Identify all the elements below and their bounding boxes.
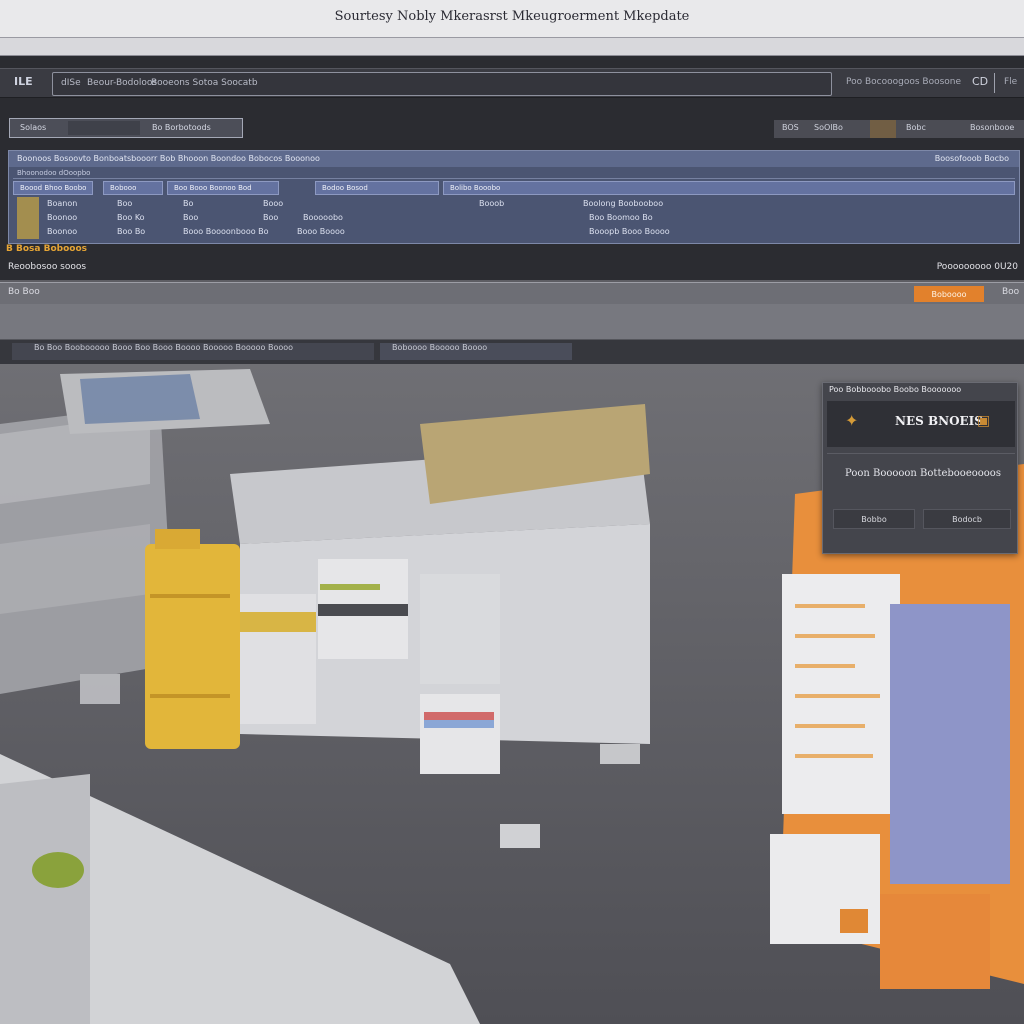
column-header[interactable]: Boood Bhoo Boobo	[13, 181, 93, 195]
dialog-right-button[interactable]: Bodocb	[923, 509, 1011, 529]
yellow-bin	[145, 529, 240, 749]
status-badge: B Bosa Bobooos	[6, 244, 87, 254]
table-row[interactable]: Boonoo Boo Bo Booo Boooonbooo Bo Booo Bo…	[13, 225, 1015, 239]
column-header-label: Boood Bhoo Boobo	[20, 184, 87, 192]
table-cell: Boo Ko	[117, 213, 145, 222]
right-tab-group: BOS SoOlBo Bobc Bosonbooe	[774, 120, 1024, 138]
banner-text: NES BNOEIS	[895, 414, 983, 428]
notification-dialog: Poo Bobbooobo Boobo Booooooo ✦ NES BNOEI…	[822, 382, 1018, 554]
url-segment: Booeons Sotoa Soocatb	[151, 78, 258, 88]
column-header-label: Bolibo Booobo	[450, 184, 501, 192]
table-cell: Boo	[117, 199, 133, 208]
column-header[interactable]: Boo Booo Boonoo Bod	[167, 181, 279, 195]
column-header-label: Bodoo Bosod	[322, 184, 368, 192]
table-cell: Booooobo	[303, 213, 343, 222]
window-title: Sourtesy Nobly Mkerasrst Mkeugroerment M…	[334, 9, 690, 24]
filter-value: Bo Borbotoods	[152, 123, 211, 132]
tab-item[interactable]: Bobc	[906, 123, 926, 132]
data-table: Boonoos Bosoovto Bonboatsbooorr Bob Bhoo…	[8, 150, 1020, 244]
table-cell: Boo	[183, 213, 199, 222]
table-cell: Booopb Booo Boooo	[589, 227, 670, 236]
table-subheader: Bhoonodoo dOoopbo	[13, 169, 1015, 179]
dialog-banner: ✦ NES BNOEIS ▣	[827, 401, 1015, 447]
window-chrome-strip	[0, 38, 1024, 56]
divider	[994, 73, 995, 93]
extension-button[interactable]: Fle	[1004, 77, 1017, 87]
table-cell: Boo	[263, 213, 279, 222]
table-cell: Booo Boooonbooo Bo	[183, 227, 269, 236]
cd-icon[interactable]: CD	[972, 75, 988, 88]
column-header-label: Bobooo	[110, 184, 137, 192]
table-title: Boonoos Bosoovto Bonboatsbooorr Bob Bhoo…	[17, 154, 320, 163]
filter-dropdown[interactable]: Solaos Bo Borbotoods	[9, 118, 243, 138]
primary-action-button[interactable]: Boboooo	[914, 286, 984, 302]
logo-icon[interactable]: ILE	[14, 75, 33, 88]
dialog-left-button[interactable]: Bobbo	[833, 509, 915, 529]
dialog-title: Poo Bobbooobo Boobo Booooooo	[829, 385, 962, 394]
filter-label: Solaos	[20, 123, 47, 132]
column-header[interactable]: Bodoo Bosod	[315, 181, 439, 195]
dialog-message: Poon Booooon Bottebooeoooos	[827, 453, 1015, 491]
spacer-strip	[0, 304, 1024, 340]
table-cell: Boolong Boobooboo	[583, 199, 664, 208]
table-cell: Boanon	[47, 199, 78, 208]
table-cell: Booo Boooo	[297, 227, 345, 236]
address-right-text: Poo Bocooogoos Boosone	[846, 77, 962, 87]
table-cell: Boo Boomoo Bo	[589, 213, 653, 222]
column-header-label: Boo Booo Boonoo Bod	[174, 184, 252, 192]
table-header: Boonoos Bosoovto Bonboatsbooorr Bob Bhoo…	[9, 151, 1019, 167]
address-bar: ILE dISe Beour-Bodoloos Booeons Sotoa So…	[0, 68, 1024, 98]
table-cell: Booob	[479, 199, 505, 208]
table-header-right[interactable]: Boosofooob Bocbo	[935, 154, 1009, 163]
status-left: Reoobosoo sooos	[8, 262, 87, 272]
tab-item[interactable]: Bosonbooe	[970, 123, 1014, 132]
dialog-message-text: Poon Booooon Bottebooeoooos	[845, 468, 1001, 479]
status-right: Pooooooooo 0U20	[936, 262, 1018, 272]
url-segment: Beour-Bodoloos	[87, 78, 158, 88]
tab-item[interactable]: SoOlBo	[814, 123, 843, 132]
tab-item[interactable]: BOS	[782, 123, 799, 132]
table-cell: Boo Bo	[117, 227, 146, 236]
table-cell: Boonoo	[47, 213, 78, 222]
toolbar-end-text[interactable]: Boo	[1002, 287, 1019, 297]
url-segment: dISe	[61, 78, 81, 88]
app-panel: ILE dISe Beour-Bodoloos Booeons Sotoa So…	[0, 56, 1024, 280]
table-cell: Bo	[183, 199, 194, 208]
info-field-secondary-text: Boboooo Booooo Boooo	[392, 343, 488, 352]
table-cell: Boonoo	[47, 227, 78, 236]
secondary-toolbar: Bo Boo Boboooo Boo	[0, 282, 1024, 304]
table-subheader-text: Bhoonodoo dOoopbo	[17, 169, 91, 177]
toolbar-label: Bo Boo	[8, 287, 40, 297]
column-header[interactable]: Bolibo Booobo	[443, 181, 1015, 195]
table-cell: Booo	[263, 199, 284, 208]
table-row[interactable]: Boanon Boo Bo Booo Booob Boolong Booboob…	[13, 197, 1015, 211]
window-titlebar: Sourtesy Nobly Mkerasrst Mkeugroerment M…	[0, 0, 1024, 38]
info-field-text: Bo Boo Boobooooo Booo Boo Booo Boooo Boo…	[34, 343, 294, 352]
url-input[interactable]: dISe Beour-Bodoloos Booeons Sotoa Soocat…	[52, 72, 832, 96]
banner-badge-icon: ▣	[977, 413, 991, 429]
column-header[interactable]: Bobooo	[103, 181, 163, 195]
tab-accent	[870, 120, 896, 138]
table-row[interactable]: Boonoo Boo Ko Boo Boo Booooobo Boo Boomo…	[13, 211, 1015, 225]
field-strip: Bo Boo Boobooooo Booo Boo Booo Boooo Boo…	[0, 340, 1024, 364]
banner-logo-icon: ✦	[845, 411, 859, 430]
filter-field[interactable]	[68, 121, 140, 135]
filter-row: Solaos Bo Borbotoods BOS SoOlBo Bobc Bos…	[0, 118, 1024, 140]
